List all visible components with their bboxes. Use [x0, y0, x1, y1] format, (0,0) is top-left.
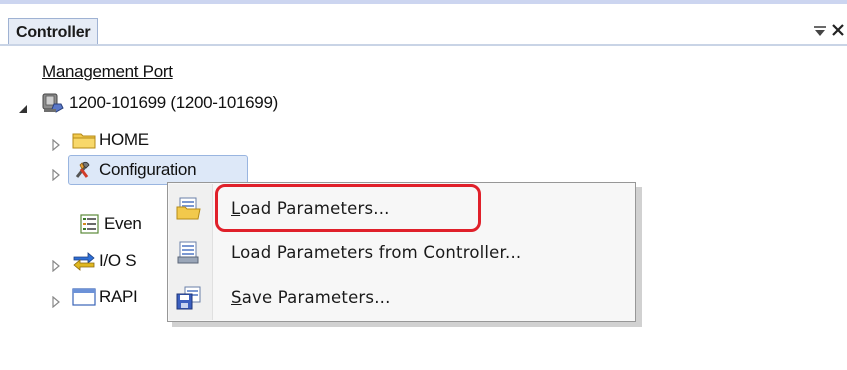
- tree-node-controller[interactable]: 1200-101699 (1200-101699): [0, 91, 400, 115]
- pin-dropdown-icon[interactable]: [810, 20, 830, 40]
- rapid-label: RAPI: [99, 287, 138, 306]
- controller-icon: [41, 92, 64, 113]
- header-top-border: [0, 0, 847, 4]
- tree-node-event-log[interactable]: Even: [0, 212, 170, 236]
- load-parameters-from-controller-label: Load Parameters from Controller...: [231, 243, 522, 262]
- home-label: HOME: [99, 130, 149, 149]
- highlight-annotation: [215, 184, 481, 232]
- event-log-label: Even: [104, 214, 142, 233]
- tree-node-io-system[interactable]: I/O S: [0, 249, 170, 273]
- controller-panel: Controller Management Port 1200-101699 (…: [0, 0, 847, 370]
- menu-item-save-parameters[interactable]: Save Parameters...: [170, 279, 633, 317]
- configuration-icon: [73, 159, 95, 179]
- event-log-icon: [79, 213, 101, 234]
- expand-arrow-icon[interactable]: [50, 164, 62, 182]
- rapid-icon: [72, 287, 96, 307]
- close-icon[interactable]: [828, 20, 847, 40]
- header-bottom-border: [0, 44, 847, 46]
- load-parameters-from-controller-icon: [176, 241, 202, 265]
- expand-arrow-icon[interactable]: [50, 255, 62, 273]
- tree-node-configuration[interactable]: Configuration: [0, 158, 250, 182]
- folder-icon: [72, 130, 96, 150]
- controller-node-label: 1200-101699 (1200-101699): [69, 93, 278, 112]
- menu-item-load-parameters-from-controller[interactable]: Load Parameters from Controller...: [170, 234, 633, 272]
- io-system-label: I/O S: [99, 251, 137, 270]
- collapse-arrow-icon[interactable]: [17, 98, 29, 113]
- load-parameters-icon: [176, 197, 202, 221]
- expand-arrow-icon[interactable]: [50, 134, 62, 152]
- tree-node-home[interactable]: HOME: [0, 128, 300, 152]
- management-port-link[interactable]: Management Port: [42, 60, 173, 84]
- tree-node-rapid[interactable]: RAPI: [0, 285, 170, 309]
- save-parameters-icon: [176, 286, 202, 310]
- expand-arrow-icon[interactable]: [50, 291, 62, 309]
- io-system-icon: [72, 251, 95, 271]
- panel-header: Controller: [0, 0, 847, 46]
- tab-controller[interactable]: Controller: [8, 18, 99, 45]
- save-parameters-label: Save Parameters...: [231, 288, 391, 307]
- configuration-label: Configuration: [99, 160, 197, 179]
